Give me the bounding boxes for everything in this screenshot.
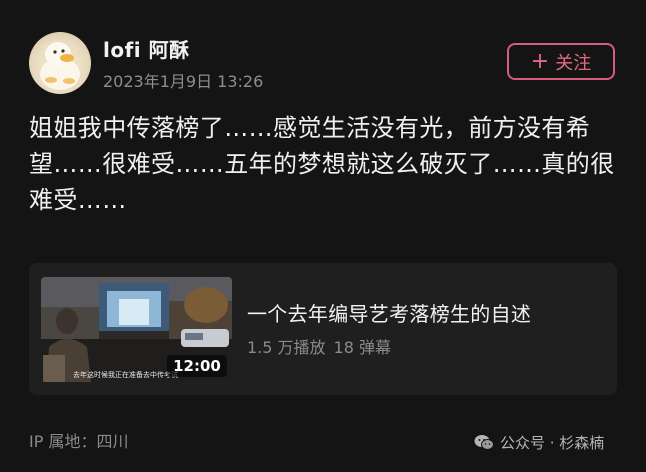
post: lofi 阿酥 2023年1月9日 13:26 + 关注 姐姐我中传落榜了……感… [0,0,646,472]
plus-icon: + [530,48,550,74]
username[interactable]: lofi 阿酥 [103,34,190,63]
duck-avatar-icon [40,42,80,90]
follow-button[interactable]: + 关注 [507,43,615,80]
avatar[interactable] [29,32,91,94]
video-subtitle: 去年这时候我正在准备去中传考试 [73,371,178,379]
video-danmaku-count: 18 弹幕 [333,338,391,357]
video-thumbnail[interactable]: 去年这时候我正在准备去中传考试 12:00 [41,277,232,382]
video-title[interactable]: 一个去年编导艺考落榜生的自述 [247,298,531,327]
ip-location: IP 属地：四川 [29,432,129,451]
video-stats: 1.5 万播放 18 弹幕 [247,334,391,358]
follow-label: 关注 [555,52,592,74]
watermark-text: 公众号 · 杉森楠 [500,434,605,452]
post-timestamp: 2023年1月9日 13:26 [103,72,264,91]
video-duration: 12:00 [167,355,227,377]
video-play-count: 1.5 万播放 [247,338,326,357]
wechat-icon [474,434,494,451]
post-body: 姐姐我中传落榜了……感觉生活没有光，前方没有希望……很难受……五年的梦想就这么破… [29,114,615,214]
video-card[interactable]: 去年这时候我正在准备去中传考试 12:00 一个去年编导艺考落榜生的自述 1.5… [29,263,617,395]
watermark: 公众号 · 杉森楠 [474,432,604,453]
